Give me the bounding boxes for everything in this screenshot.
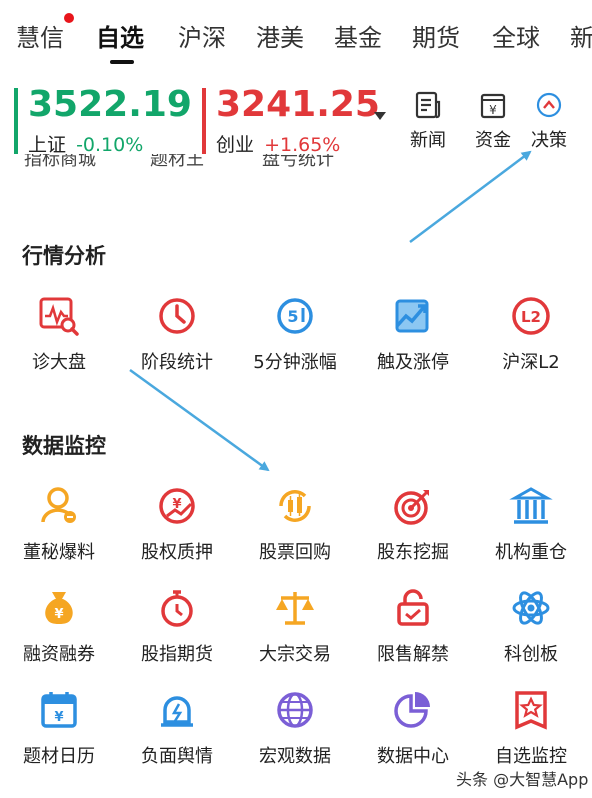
watermark: 头条 @大智慧App xyxy=(456,770,589,789)
arrow-to-buyback xyxy=(129,368,270,472)
arrow-to-decision xyxy=(409,150,532,243)
annotation-arrows xyxy=(129,150,532,472)
